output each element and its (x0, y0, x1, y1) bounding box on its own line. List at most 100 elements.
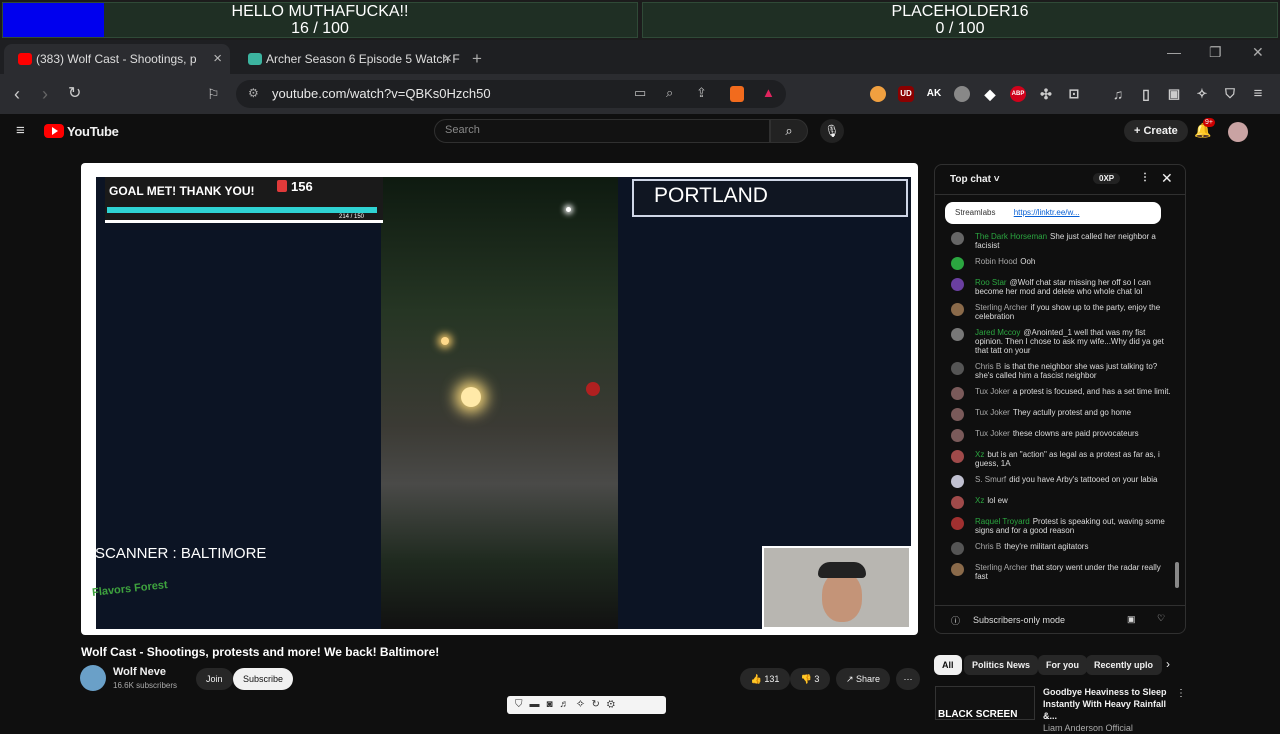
chat-message[interactable]: The Dark Horseman She just called her nei… (949, 232, 1175, 250)
chat-author[interactable]: The Dark Horseman (975, 232, 1047, 241)
avatar[interactable] (951, 408, 964, 421)
new-tab-button[interactable]: + (462, 44, 492, 74)
zoom-icon[interactable]: ⌕ (666, 85, 673, 101)
avatar[interactable] (951, 450, 964, 463)
avatar[interactable] (951, 257, 964, 270)
avatar[interactable] (951, 496, 964, 509)
avatar[interactable] (951, 303, 964, 316)
chat-author[interactable]: Raquel Troyard (975, 517, 1030, 526)
chevron-right-icon[interactable]: › (1166, 657, 1170, 671)
media-icon[interactable]: ♫ (1110, 86, 1126, 102)
more-options-icon[interactable]: ⋮ (1140, 172, 1150, 183)
chip-recently-uploaded[interactable]: Recently uplo (1086, 655, 1162, 675)
chat-author[interactable]: Robin Hood (975, 257, 1017, 266)
chat-author[interactable]: Tux Joker (975, 408, 1010, 417)
chat-author[interactable]: Chris B (975, 542, 1001, 551)
ublock-icon[interactable]: UD (898, 86, 914, 102)
recommendation-thumbnail[interactable]: BLACK SCREEN (935, 686, 1035, 720)
avatar[interactable] (951, 362, 964, 375)
avatar[interactable] (951, 232, 964, 245)
chat-message[interactable]: Xz but is an "action" as legal as a prote… (949, 450, 1175, 468)
avatar[interactable] (951, 475, 964, 488)
chat-message[interactable]: Tux Joker these clowns are paid provocate… (949, 429, 1175, 443)
chat-author[interactable]: Tux Joker (975, 429, 1010, 438)
chat-author[interactable]: Roo Star (975, 278, 1007, 287)
chat-message[interactable]: Raquel Troyard Protest is speaking out, w… (949, 517, 1175, 535)
extension-icon[interactable] (870, 86, 886, 102)
chat-message[interactable]: Jared Mccoy @Anointed_1 well that was my … (949, 328, 1175, 355)
chat-author[interactable]: Tux Joker (975, 387, 1010, 396)
avatar[interactable] (1228, 122, 1248, 142)
heart-icon[interactable]: ♡ (1157, 613, 1165, 624)
screenshot-icon[interactable]: ⊡ (1066, 86, 1082, 102)
bookmark-icon[interactable]: ⚐ (207, 84, 220, 104)
avatar[interactable] (951, 278, 964, 291)
chat-author[interactable]: Xz (975, 450, 984, 459)
search-input[interactable]: Search (434, 119, 770, 143)
chat-message[interactable]: Roo Star @Wolf chat star missing her off … (949, 278, 1175, 296)
share-button[interactable]: ↗ Share (836, 668, 891, 690)
minimize-icon[interactable]: — (1167, 44, 1181, 60)
chat-message[interactable]: Chris Bthey're militant agitators (949, 542, 1175, 556)
chat-author[interactable]: Sterling Archer (975, 303, 1027, 312)
chip-all[interactable]: All (934, 655, 962, 675)
chat-message[interactable]: Tux Joker They actully protest and go hom… (949, 408, 1175, 422)
youtube-logo[interactable]: YouTube (44, 124, 119, 139)
close-tab-icon[interactable]: × (213, 44, 222, 74)
chat-mode-dropdown[interactable]: Top chat (950, 174, 991, 185)
brave-shield-icon[interactable] (730, 86, 744, 102)
more-actions-icon[interactable]: ⋯ (896, 668, 920, 690)
avatar[interactable] (951, 387, 964, 400)
sidebar-icon[interactable]: ▯ (1138, 86, 1154, 102)
close-tab-icon[interactable]: × (443, 44, 452, 74)
chat-message[interactable]: Xz lol ew (949, 496, 1175, 510)
chat-message[interactable]: Robin Hood Ooh (949, 257, 1175, 271)
maximize-icon[interactable]: ❐ (1209, 44, 1222, 61)
pinned-link[interactable]: https://linktr.ee/w... (1014, 208, 1080, 217)
url-field[interactable]: ⚙ youtube.com/watch?v=QBKs0Hzch50 ▭ ⌕ ⇪ … (236, 80, 786, 108)
chip-politics-news[interactable]: Politics News (964, 655, 1039, 675)
adblock-plus-icon[interactable]: ABP (1010, 86, 1026, 102)
more-options-icon[interactable]: ⋮ (1176, 688, 1186, 699)
chip-for-you[interactable]: For you (1038, 655, 1087, 675)
avatar[interactable] (951, 429, 964, 442)
chat-author[interactable]: Jared Mccoy (975, 328, 1020, 337)
avatar[interactable] (951, 517, 964, 530)
tab-archer[interactable]: Archer Season 6 Episode 5 Watch Fre × (234, 44, 460, 74)
super-chat-icon[interactable]: ▣ (1127, 614, 1136, 625)
pinned-message[interactable]: Streamlabs https://linktr.ee/w... (945, 202, 1161, 224)
avatar[interactable] (951, 563, 964, 576)
tab-wolf-cast[interactable]: (383) Wolf Cast - Shootings, p × (4, 44, 230, 74)
cast-icon[interactable]: ▭ (634, 85, 646, 101)
chat-author[interactable]: Xz (975, 496, 984, 505)
info-icon[interactable]: ⓘ (951, 614, 960, 627)
chat-message[interactable]: Sterling Archer if you show up to the par… (949, 303, 1175, 321)
chat-message[interactable]: S. Smurf did you have Arby's tattooed on … (949, 475, 1175, 489)
avatar[interactable] (951, 542, 964, 555)
voice-search-icon[interactable]: 🎙 (820, 119, 844, 143)
site-info-icon[interactable]: ⚙ (248, 86, 259, 100)
like-button[interactable]: 👍 131 (740, 668, 790, 690)
reload-icon[interactable]: ↻ (68, 84, 81, 104)
vpn-shield-icon[interactable]: ⛉ (1222, 86, 1238, 102)
search-button[interactable]: ⌕ (770, 119, 808, 143)
leo-ai-icon[interactable]: ✧ (1194, 86, 1210, 102)
chevron-down-icon[interactable]: ˅ (991, 174, 1000, 185)
channel-name[interactable]: Wolf Neve (113, 666, 166, 678)
join-button[interactable]: Join (196, 668, 233, 690)
close-chat-icon[interactable]: ✕ (1161, 170, 1173, 187)
subscribe-button[interactable]: Subscribe (233, 668, 294, 690)
dislike-button[interactable]: 👎 3 (790, 668, 830, 690)
share-icon[interactable]: ⇪ (696, 85, 707, 101)
hamburger-menu-icon[interactable]: ≡ (16, 122, 25, 139)
wallet-icon[interactable]: ▣ (1166, 86, 1182, 102)
back-icon[interactable]: ‹ (14, 84, 20, 104)
ak-extension-icon[interactable]: AK (926, 86, 942, 102)
chat-message[interactable]: Sterling Archer that story went under the… (949, 563, 1175, 581)
puzzle-extensions-icon[interactable]: ✣ (1038, 86, 1054, 102)
chat-author[interactable]: Sterling Archer (975, 563, 1027, 572)
forward-icon[interactable]: › (42, 84, 48, 104)
avatar[interactable] (951, 328, 964, 341)
extension-icon[interactable] (954, 86, 970, 102)
chat-message[interactable]: Tux Joker a protest is focused, and has a… (949, 387, 1175, 401)
